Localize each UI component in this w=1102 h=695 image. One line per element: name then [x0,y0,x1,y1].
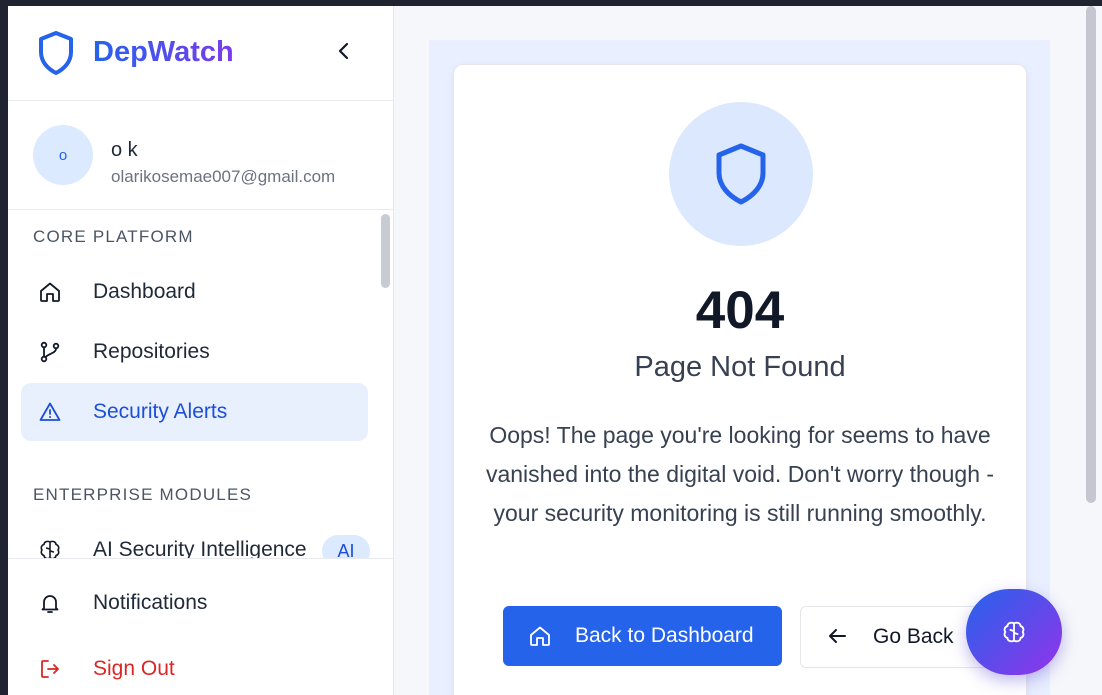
sidebar-item-label: Dashboard [93,280,196,303]
app-name: DepWatch [93,36,234,68]
sidebar-item-label: Security Alerts [93,400,228,423]
sidebar-item-label: Notifications [93,591,208,614]
sidebar-item-label: Sign Out [93,657,175,680]
sidebar-item-ai-security[interactable]: AI Security Intelligence AI [21,521,370,558]
error-card: 404 Page Not Found Oops! The page you're… [453,64,1027,695]
user-name: o k [111,139,138,161]
user-profile: o o k olarikosemae007@gmail.com [8,101,393,210]
section-title-core: CORE PLATFORM [33,227,194,246]
go-back-button[interactable]: Go Back [800,606,992,668]
sidebar-item-notifications[interactable]: Notifications [21,575,368,631]
home-icon [530,626,550,646]
sidebar-nav: CORE PLATFORM Dashboard Repositories Sec… [8,210,380,558]
logout-icon [41,660,59,678]
page-scrollbar[interactable] [1086,6,1096,503]
arrow-left-icon [829,629,846,643]
sidebar-item-dashboard[interactable]: Dashboard [21,263,368,321]
brain-icon [1003,621,1025,643]
chevron-left-icon[interactable] [334,40,354,62]
user-email: olarikosemae007@gmail.com [111,167,336,186]
back-to-dashboard-button[interactable]: Back to Dashboard [503,606,782,666]
sidebar-footer: Notifications Sign Out [8,558,393,695]
sidebar-item-repositories[interactable]: Repositories [21,323,368,381]
home-icon [40,282,60,302]
sign-out-button[interactable]: Sign Out [21,641,368,695]
brain-icon [40,540,60,558]
shield-logo-icon [39,31,73,75]
git-branch-icon [40,341,60,363]
section-title-enterprise: ENTERPRISE MODULES [33,485,253,504]
ai-badge: AI [322,535,370,558]
brand-header: DepWatch [8,6,393,101]
button-label: Go Back [873,625,954,648]
error-title: Page Not Found [634,351,846,383]
sidebar-item-security-alerts[interactable]: Security Alerts [21,383,368,441]
sidebar: DepWatch o o k olarikosemae007@gmail.com… [8,6,394,695]
button-label: Back to Dashboard [575,624,754,647]
error-message: Oops! The page you're looking for seems … [485,422,995,526]
shield-icon [716,143,766,205]
alert-triangle-icon [39,402,61,421]
error-code: 404 [695,281,785,340]
sidebar-scrollbar[interactable] [381,214,390,288]
app-window: DepWatch o o k olarikosemae007@gmail.com… [8,6,1102,695]
error-icon-circle [669,102,813,246]
ai-assistant-button[interactable] [966,589,1062,675]
avatar: o [33,125,93,185]
sidebar-item-label: Repositories [93,340,210,363]
sidebar-item-label: AI Security Intelligence [93,538,307,558]
bell-icon [41,595,59,613]
